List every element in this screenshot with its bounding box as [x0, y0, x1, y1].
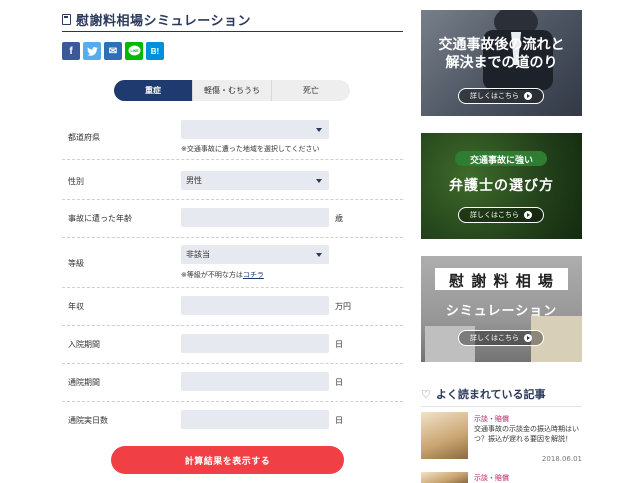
- banner-accident-flow-button-label: 詳しくはこちら: [470, 92, 519, 100]
- article-category[interactable]: 示談・賠償: [474, 414, 509, 424]
- gender-label: 性別: [68, 177, 84, 186]
- heart-icon: ♡: [421, 387, 431, 401]
- hospital-period-unit: 日: [335, 340, 343, 349]
- banner-lawyer-selection-line2: 弁護士の選び方: [449, 178, 554, 194]
- calculate-button[interactable]: 計算結果を表示する: [111, 446, 344, 474]
- age-input[interactable]: [181, 208, 329, 227]
- banner-accident-flow[interactable]: 交通事故後の流れと 解決までの道のり 詳しくはこちら: [421, 10, 582, 116]
- tab-minor-whiplash[interactable]: 軽傷・むちうち: [192, 80, 271, 101]
- banner-lawyer-selection[interactable]: 交通事故に強い 弁護士の選び方 詳しくはこちら: [421, 133, 582, 239]
- form-row-hospital-period: 入院期間 日: [62, 326, 403, 364]
- form-row-gender: 性別 男性: [62, 160, 403, 200]
- banner-settlement-simulation[interactable]: 慰 謝 料 相 場 シミュレーション 詳しくはこちら: [421, 256, 582, 362]
- twitter-bird-icon: [86, 46, 98, 56]
- arrow-right-icon: [524, 334, 532, 342]
- banner-accident-flow-text: 交通事故後の流れと 解決までの道のり: [421, 36, 582, 72]
- tab-severe[interactable]: 重症: [114, 80, 192, 101]
- outpatient-days-input[interactable]: [181, 410, 329, 429]
- age-unit: 歳: [335, 214, 343, 223]
- grade-value: 非該当: [186, 250, 210, 259]
- banner-lawyer-selection-button[interactable]: 詳しくはこちら: [458, 207, 544, 223]
- form-row-prefecture: 都道府県 ※交通事故に遭った地域を選択してください: [62, 112, 403, 160]
- grade-note: ※等級が不明な方はコチラ: [181, 270, 264, 280]
- banner-settlement-button[interactable]: 詳しくはこちら: [458, 330, 544, 346]
- prefecture-label: 都道府県: [68, 133, 100, 142]
- prefecture-select[interactable]: [181, 120, 329, 139]
- outpatient-days-unit: 日: [335, 416, 343, 425]
- banner-accident-flow-line2: 解決までの道のり: [445, 55, 558, 71]
- popular-articles-title: よく読まれている記事: [435, 388, 546, 401]
- line-share-button[interactable]: LINE: [125, 42, 143, 60]
- arrow-right-icon: [524, 211, 532, 219]
- income-input[interactable]: [181, 296, 329, 315]
- page-title: 慰謝料相場シミュレーション: [76, 14, 251, 29]
- banner-accident-flow-button[interactable]: 詳しくはこちら: [458, 88, 544, 104]
- article-title[interactable]: 交通事故の示談金の振込時期はいつ？振込が遅れる要因を解説！: [474, 424, 582, 444]
- hospital-period-label: 入院期間: [68, 340, 100, 349]
- article-thumbnail: [421, 412, 468, 459]
- grade-label: 等級: [68, 259, 84, 268]
- prefecture-note: ※交通事故に遭った地域を選択してください: [181, 145, 320, 153]
- outpatient-period-label: 通院期間: [68, 378, 100, 387]
- hospital-period-input[interactable]: [181, 334, 329, 353]
- banner-lawyer-selection-button-label: 詳しくはこちら: [470, 211, 519, 219]
- mail-share-button[interactable]: ✉: [104, 42, 122, 60]
- popular-articles-header: ♡ よく読まれている記事: [421, 386, 582, 407]
- gender-select[interactable]: 男性: [181, 171, 329, 190]
- page-header: 慰謝料相場シミュレーション: [62, 8, 403, 32]
- article-date: 2018.06.01: [541, 455, 582, 463]
- outpatient-days-label: 通院実日数: [68, 416, 108, 425]
- list-item[interactable]: 示談・賠償 交通事故の示談金の振込時期はいつ？振込が遅れる要因を解説！ 2018…: [421, 412, 582, 468]
- twitter-share-button[interactable]: [83, 42, 101, 60]
- article-category[interactable]: 示談・賠償: [474, 473, 509, 483]
- grade-help-link[interactable]: コチラ: [243, 271, 264, 279]
- gender-value: 男性: [186, 176, 202, 185]
- hatena-bookmark-button[interactable]: B!: [146, 42, 164, 60]
- calculator-icon: [62, 14, 71, 25]
- form-row-income: 年収 万円: [62, 288, 403, 326]
- outpatient-period-input[interactable]: [181, 372, 329, 391]
- banner-settlement-line2: シミュレーション: [445, 304, 558, 319]
- outpatient-period-unit: 日: [335, 378, 343, 387]
- banner-lawyer-selection-line1: 交通事故に強い: [469, 156, 533, 166]
- grade-note-text: ※等級が不明な方は: [181, 271, 243, 279]
- form-row-age: 事故に遭った年齢 歳: [62, 200, 403, 238]
- form-row-outpatient-period: 通院期間 日: [62, 364, 403, 402]
- income-unit: 万円: [335, 302, 351, 311]
- form-row-grade: 等級 非該当 ※等級が不明な方はコチラ: [62, 238, 403, 288]
- article-thumbnail: [421, 472, 468, 483]
- grade-select[interactable]: 非該当: [181, 245, 329, 264]
- facebook-share-button[interactable]: f: [62, 42, 80, 60]
- banner-settlement-button-label: 詳しくはこちら: [470, 334, 519, 342]
- form-row-outpatient-days: 通院実日数 日: [62, 402, 403, 440]
- tab-death[interactable]: 死亡: [271, 80, 350, 101]
- banner-settlement-line1: 慰 謝 料 相 場: [449, 272, 554, 290]
- list-item[interactable]: 示談・賠償: [421, 470, 582, 483]
- injury-type-tabs: 重症 軽傷・むちうち 死亡: [114, 80, 350, 101]
- age-label: 事故に遭った年齢: [68, 214, 132, 223]
- share-buttons: f ✉ LINE B!: [62, 42, 164, 60]
- arrow-right-icon: [524, 92, 532, 100]
- line-icon: LINE: [128, 45, 140, 56]
- banner-accident-flow-line1: 交通事故後の流れと: [438, 37, 565, 53]
- line-icon-text: LINE: [130, 49, 139, 53]
- income-label: 年収: [68, 302, 84, 311]
